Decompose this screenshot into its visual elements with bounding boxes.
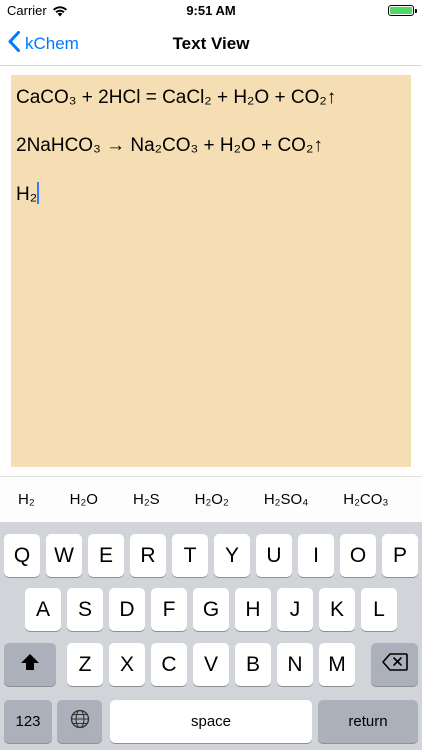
status-bar: Carrier 9:51 AM (0, 0, 422, 22)
numbers-key[interactable]: 123 (4, 700, 52, 743)
key-q[interactable]: Q (4, 534, 40, 577)
shift-arrow-icon (20, 653, 40, 677)
keyboard: Q W E R T Y U I O P A S D F G H J K L Z … (0, 522, 422, 750)
key-w[interactable]: W (46, 534, 82, 577)
navigation-bar: kChem Text View (0, 22, 422, 66)
key-m[interactable]: M (319, 643, 355, 686)
suggestion-chip[interactable]: H₂ (0, 491, 52, 508)
space-key[interactable]: space (110, 700, 312, 743)
key-s[interactable]: S (67, 588, 103, 631)
text-cursor (37, 182, 40, 204)
clock: 9:51 AM (186, 3, 236, 18)
key-c[interactable]: C (151, 643, 187, 686)
key-x[interactable]: X (109, 643, 145, 686)
suggestion-chip[interactable]: H₂O₂ (177, 491, 246, 508)
key-e[interactable]: E (88, 534, 124, 577)
battery-icon (388, 5, 417, 16)
key-h[interactable]: H (235, 588, 271, 631)
backspace-icon (381, 652, 408, 677)
key-z[interactable]: Z (67, 643, 103, 686)
key-k[interactable]: K (319, 588, 355, 631)
key-t[interactable]: T (172, 534, 208, 577)
suggestion-chip[interactable]: H₂SO₄ (246, 491, 325, 508)
battery-level (390, 7, 412, 14)
key-a[interactable]: A (25, 588, 61, 631)
shift-key[interactable] (4, 643, 56, 686)
key-b[interactable]: B (235, 643, 271, 686)
text-line-content: H₂ (16, 184, 38, 205)
key-u[interactable]: U (256, 534, 292, 577)
text-line-current: H₂ (16, 182, 406, 207)
suggestion-chip[interactable]: H₂S (115, 491, 177, 508)
key-r[interactable]: R (130, 534, 166, 577)
text-line: 2NaHCO₃ → Na₂CO₃ + H₂O + CO₂↑ (16, 135, 323, 156)
formula-suggestions-bar: H₂ H₂O H₂S H₂O₂ H₂SO₄ H₂CO₃ H₂ (0, 476, 422, 522)
key-y[interactable]: Y (214, 534, 250, 577)
globe-key[interactable] (57, 700, 102, 743)
suggestion-chip[interactable]: H₂CO₃ (325, 491, 405, 508)
globe-icon (70, 709, 90, 735)
return-key[interactable]: return (318, 700, 418, 743)
text-view[interactable]: CaCO₃ + 2HCl = CaCl₂ + H₂O + CO₂↑ 2NaHCO… (11, 75, 411, 467)
delete-key[interactable] (371, 643, 418, 686)
key-j[interactable]: J (277, 588, 313, 631)
page-title: Text View (172, 34, 250, 53)
suggestion-chip[interactable]: H₂ (406, 491, 422, 508)
key-o[interactable]: O (340, 534, 376, 577)
text-line: CaCO₃ + 2HCl = CaCl₂ + H₂O + CO₂↑ (16, 87, 337, 108)
key-p[interactable]: P (382, 534, 418, 577)
key-l[interactable]: L (361, 588, 397, 631)
key-i[interactable]: I (298, 534, 334, 577)
key-v[interactable]: V (193, 643, 229, 686)
key-g[interactable]: G (193, 588, 229, 631)
key-d[interactable]: D (109, 588, 145, 631)
suggestion-chip[interactable]: H₂O (52, 491, 115, 508)
key-n[interactable]: N (277, 643, 313, 686)
key-f[interactable]: F (151, 588, 187, 631)
